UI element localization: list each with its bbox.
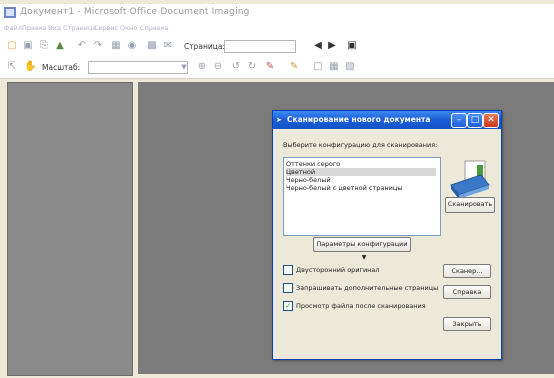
menu-tools[interactable]: Сервис bbox=[94, 24, 118, 32]
menu-bar: Файл Правка Вид Страница Сервис Окно Спр… bbox=[0, 22, 554, 36]
zoom-label: Масштаб: bbox=[42, 63, 81, 72]
highlighter-icon[interactable]: ✎ bbox=[288, 61, 300, 73]
rotate-icon[interactable]: ↺ bbox=[230, 61, 242, 73]
list-item[interactable]: Оттенки серого bbox=[286, 160, 436, 168]
zoom-in-icon[interactable]: ⊕ bbox=[196, 61, 208, 73]
scanner-button[interactable]: Сканер... bbox=[443, 264, 491, 278]
scan-button[interactable]: Сканировать bbox=[445, 197, 495, 213]
chevron-down-icon: ▼ bbox=[361, 254, 367, 261]
close-button[interactable]: Закрыть bbox=[443, 317, 491, 331]
maximize-button[interactable]: □ bbox=[467, 113, 483, 128]
dialog-title-bar[interactable]: ➤ Сканирование нового документа – □ ✕ bbox=[273, 111, 501, 129]
view-after-scan-checkbox[interactable]: ✓ bbox=[283, 301, 293, 311]
prompt-more-pages-label: Запрашивать дополнительные страницы bbox=[296, 284, 439, 292]
find-icon[interactable]: ◉ bbox=[126, 40, 138, 52]
print-icon[interactable]: ⎘ bbox=[38, 40, 50, 52]
pointer-icon[interactable]: ⇱ bbox=[6, 61, 18, 73]
menu-window[interactable]: Окно bbox=[120, 24, 137, 32]
ocr-icon[interactable]: ▩ bbox=[146, 40, 158, 52]
select-icon[interactable]: ▦ bbox=[110, 40, 122, 52]
picture-icon[interactable]: ▦ bbox=[328, 61, 340, 73]
send-icon[interactable]: ✉ bbox=[162, 40, 174, 52]
minimize-button[interactable]: – bbox=[451, 113, 467, 128]
scan-preset-list[interactable]: Оттенки серого Цветной Черно-белый Черно… bbox=[283, 157, 441, 236]
window-title: Документ1 - Microsoft Office Document Im… bbox=[20, 7, 250, 17]
duplex-checkbox[interactable] bbox=[283, 265, 293, 275]
list-item[interactable]: Черно-белый bbox=[286, 176, 436, 184]
scanner-icon: ➤ bbox=[276, 116, 282, 124]
list-item-selected[interactable]: Цветной bbox=[286, 168, 436, 176]
prompt-more-pages-checkbox[interactable] bbox=[283, 283, 293, 293]
pen-icon[interactable]: ✎ bbox=[264, 61, 276, 73]
close-icon[interactable]: ✕ bbox=[483, 113, 499, 128]
dialog-title: Сканирование нового документа bbox=[287, 115, 431, 124]
hand-icon[interactable]: ✋ bbox=[24, 61, 36, 73]
prev-page-icon[interactable]: ◀ bbox=[312, 40, 324, 52]
menu-view[interactable]: Вид bbox=[48, 24, 61, 32]
save-icon[interactable]: ▣ bbox=[22, 40, 34, 52]
note-icon[interactable]: ▧ bbox=[344, 61, 356, 73]
app-window: Документ1 - Microsoft Office Document Im… bbox=[0, 0, 554, 378]
page-label: Страница: bbox=[184, 42, 225, 51]
app-icon bbox=[4, 7, 16, 18]
menu-page[interactable]: Страница bbox=[63, 24, 96, 32]
pages-view-icon[interactable]: ▣ bbox=[346, 40, 358, 52]
preset-options-button[interactable]: Параметры конфигурации ▼ bbox=[313, 237, 411, 261]
next-page-icon[interactable]: ▶ bbox=[326, 40, 338, 52]
redo-icon[interactable]: ↷ bbox=[92, 40, 104, 52]
help-button[interactable]: Справка bbox=[443, 285, 491, 299]
title-bar: Документ1 - Microsoft Office Document Im… bbox=[0, 4, 554, 22]
menu-help[interactable]: Справка bbox=[140, 24, 169, 32]
rotate-right-icon[interactable]: ↻ bbox=[246, 61, 258, 73]
zoom-out-icon[interactable]: ⊖ bbox=[212, 61, 224, 73]
view-after-scan-label: Просмотр файла после сканирования bbox=[296, 302, 426, 310]
menu-file[interactable]: Файл bbox=[4, 24, 22, 32]
annotation-toolbar: ⇱ ✋ Масштаб: ▼ ⊕ ⊖ ↺ ↻ ✎ ✎ □ ▦ ▧ bbox=[0, 56, 554, 79]
preset-options-label: Параметры конфигурации bbox=[316, 240, 408, 248]
duplex-label: Двусторонний оригинал bbox=[296, 266, 380, 274]
standard-toolbar: ▢ ▣ ⎘ ▲ ↶ ↷ ▦ ◉ ▩ ✉ Страница: ◀ ▶ ▣ bbox=[0, 36, 554, 56]
open-icon[interactable]: ▢ bbox=[6, 40, 18, 52]
menu-edit[interactable]: Правка bbox=[22, 24, 47, 32]
list-item[interactable]: Черно-белый с цветной страницы bbox=[286, 184, 436, 192]
chevron-down-icon[interactable]: ▼ bbox=[178, 61, 190, 73]
pane-splitter[interactable] bbox=[133, 82, 137, 374]
page-number-field[interactable] bbox=[224, 40, 296, 53]
instruction-label: Выберите конфигурацию для сканирования: bbox=[283, 141, 438, 149]
undo-icon[interactable]: ↶ bbox=[76, 40, 88, 52]
page-thumbnails-pane[interactable] bbox=[7, 82, 133, 376]
text-box-icon[interactable]: □ bbox=[312, 61, 324, 73]
scan-new-document-dialog: ➤ Сканирование нового документа – □ ✕ Вы… bbox=[272, 110, 502, 360]
scan-icon[interactable]: ▲ bbox=[54, 40, 66, 52]
zoom-field[interactable] bbox=[88, 61, 188, 74]
